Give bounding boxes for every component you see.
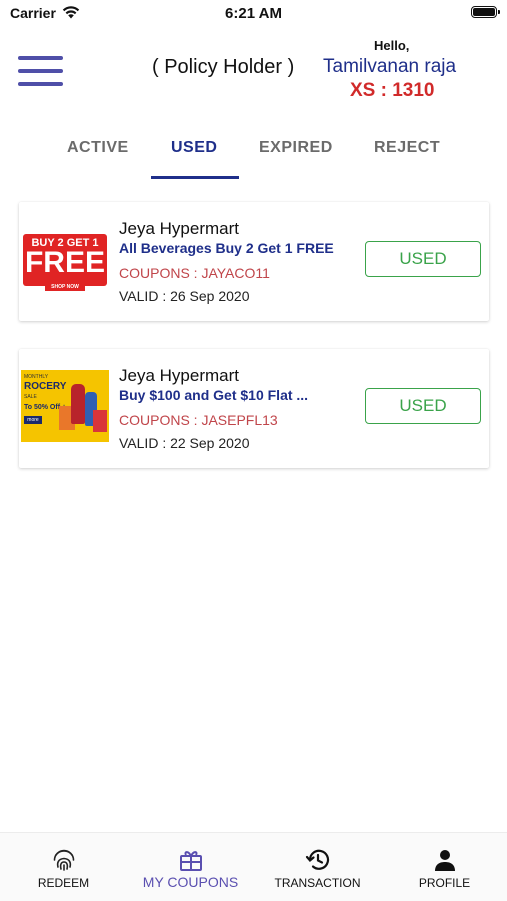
hamburger-menu-icon[interactable] bbox=[18, 56, 64, 88]
bottom-nav: REDEEM MY COUPONS TRANSACTION PROFILE bbox=[0, 832, 507, 901]
nav-label: MY COUPONS bbox=[142, 874, 239, 890]
nav-transaction[interactable]: TRANSACTION bbox=[254, 833, 381, 901]
battery-icon bbox=[471, 6, 500, 18]
gift-icon bbox=[179, 851, 202, 871]
coupon-image: MONTHLY ROCERY SALE To 50% Off + more bbox=[21, 370, 109, 442]
nav-label: PROFILE bbox=[418, 876, 471, 890]
user-name: Tamilvanan raja bbox=[323, 56, 457, 77]
status-bar: Carrier 6:21 AM bbox=[0, 0, 507, 28]
nav-profile[interactable]: PROFILE bbox=[381, 833, 507, 901]
history-icon bbox=[305, 849, 329, 870]
used-status-button[interactable]: USED bbox=[365, 388, 481, 424]
image-text: SALE bbox=[24, 394, 37, 400]
tab-expired[interactable]: EXPIRED bbox=[259, 139, 333, 157]
used-status-button[interactable]: USED bbox=[365, 241, 481, 277]
nav-redeem[interactable]: REDEEM bbox=[0, 833, 127, 901]
image-text: FREE bbox=[24, 246, 105, 279]
greeting-label: Hello, bbox=[374, 38, 410, 53]
valid-date: VALID : 26 Sep 2020 bbox=[119, 288, 250, 304]
coupon-image: BUY 2 GET 1 FREE SHOP NOW bbox=[21, 228, 109, 300]
coupon-title: Buy $100 and Get $10 Flat ... bbox=[119, 387, 309, 403]
points-balance: XS : 1310 bbox=[350, 80, 435, 101]
tab-reject[interactable]: REJECT bbox=[374, 139, 440, 157]
coupon-card[interactable]: BUY 2 GET 1 FREE SHOP NOW Jeya Hypermart… bbox=[19, 202, 489, 321]
coupon-tabs: ACTIVE USED EXPIRED REJECT bbox=[0, 130, 507, 180]
image-text: more bbox=[24, 416, 42, 424]
coupon-title: All Beverages Buy 2 Get 1 FREE bbox=[119, 240, 334, 256]
store-name: Jeya Hypermart bbox=[119, 366, 239, 385]
nav-label: TRANSACTION bbox=[274, 876, 361, 890]
valid-date: VALID : 22 Sep 2020 bbox=[119, 435, 250, 451]
policy-holder-label: ( Policy Holder ) bbox=[152, 56, 295, 78]
store-name: Jeya Hypermart bbox=[119, 219, 239, 238]
tab-used[interactable]: USED bbox=[171, 139, 217, 157]
nav-label: REDEEM bbox=[37, 876, 90, 890]
coupon-card[interactable]: MONTHLY ROCERY SALE To 50% Off + more Je… bbox=[19, 349, 489, 468]
image-text: ROCERY bbox=[24, 381, 67, 392]
image-text: MONTHLY bbox=[24, 374, 49, 380]
fingerprint-icon bbox=[53, 849, 74, 871]
coupon-code: COUPONS : JAYACO11 bbox=[119, 265, 270, 281]
nav-my-coupons[interactable]: MY COUPONS bbox=[127, 833, 254, 901]
image-text: SHOP NOW bbox=[51, 284, 79, 290]
clock-time: 6:21 AM bbox=[225, 5, 282, 22]
active-tab-indicator bbox=[151, 176, 239, 179]
tab-active[interactable]: ACTIVE bbox=[67, 139, 129, 157]
coupon-code: COUPONS : JASEPFL13 bbox=[119, 412, 278, 428]
person-icon bbox=[434, 850, 455, 871]
